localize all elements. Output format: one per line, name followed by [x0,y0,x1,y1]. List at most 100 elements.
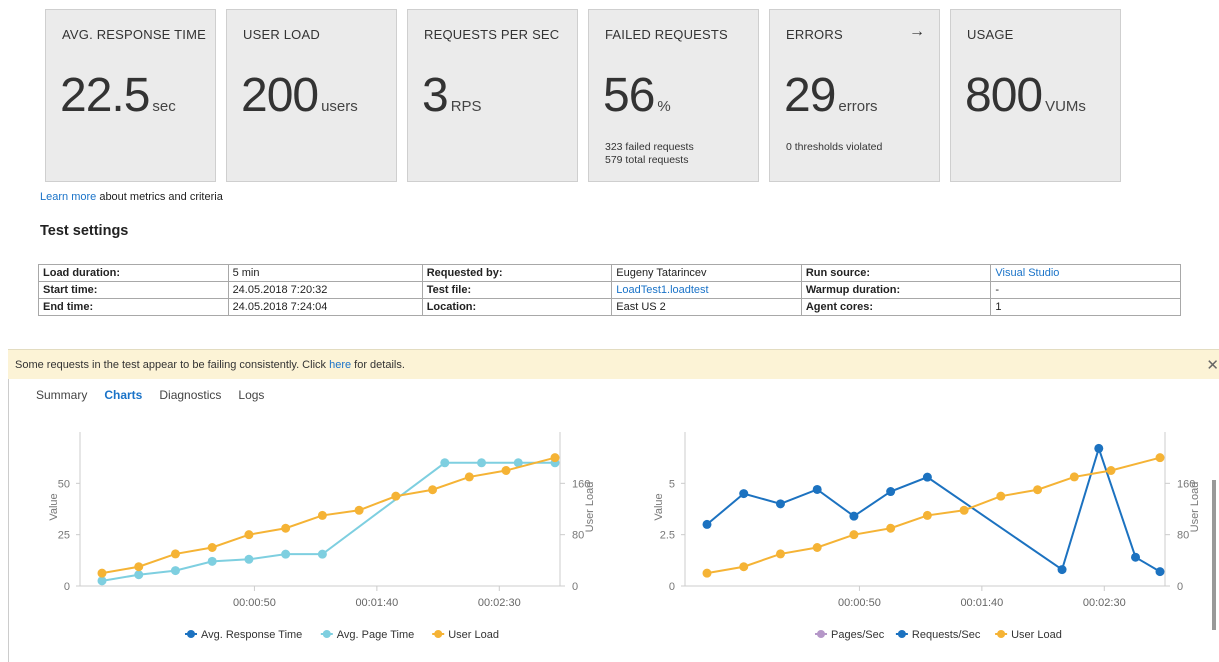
learn-more-line: Learn more about metrics and criteria [40,191,223,203]
legend-swatch-dot [817,630,825,638]
tile-title: AVG. RESPONSE TIME [62,27,206,42]
y-tick-label: 0 [64,581,70,593]
tile-number: 22.5 [60,69,150,122]
y2-tick-label: 0 [572,581,578,593]
data-point [1106,466,1116,475]
y-tick-label: 0 [669,581,675,593]
panel-left-border [8,379,9,662]
x-tick-label: 00:02:30 [1083,597,1126,609]
settings-cell: 5 min [227,264,423,282]
settings-value: 24.05.2018 7:24:04 [232,301,328,313]
data-point [170,566,180,576]
tile-unit: RPS [450,98,482,115]
data-point [281,523,291,533]
chart-axes: 0255008016000:00:50 00:01:40 00:02:30Value… [48,432,596,609]
arrow-right-icon[interactable]: → [909,23,925,41]
chart-legend: Avg. Response Time Avg. Page Time User Loa… [185,629,499,641]
data-point [886,523,896,533]
settings-label: Run source: [805,267,870,279]
settings-cell: Agent cores: [800,298,992,316]
chart-legend: Pages/Sec Requests/Sec User Load [815,629,1062,641]
tab-summary[interactable]: Summary [36,388,87,402]
metric-tile-usage: USAGE 800 VUMs [950,9,1121,182]
settings-cell: Requested by: [421,264,613,282]
data-point [244,554,254,564]
y-axis-label: Value [653,493,665,520]
test-settings-table: Load duration: 5 min Requested by: Eugeny T… [38,264,1181,316]
data-point [812,543,822,552]
data-point [922,472,932,482]
tile-title: ERRORS [786,27,843,42]
tab-logs[interactable]: Logs [238,388,264,402]
settings-cell: LoadTest1.loadtest [611,281,802,299]
settings-label: Start time: [43,284,98,296]
failure-banner: Some requests in the test appear to be f… [8,349,1219,379]
legend-swatch-dot [434,630,443,638]
learn-more-link[interactable]: Learn more [40,191,96,203]
tile-number: 800 [965,69,1043,122]
tab-diagnostics[interactable]: Diagnostics [159,388,221,402]
metric-tiles: AVG. RESPONSE TIME 22.5 sec USER LOAD 200 use… [45,9,1121,182]
settings-row: Load duration: 5 min Requested by: Eugeny T… [38,264,1181,282]
x-tick-label: 00:00:50 [838,597,881,609]
settings-label: Load duration: [43,267,120,279]
tile-number: 3 [422,69,449,122]
scrollbar[interactable] [1212,480,1216,630]
tab-charts[interactable]: Charts [104,388,142,402]
banner-text-before: Some requests in the test appear to be f… [15,359,330,371]
data-point [775,549,785,559]
settings-label: End time: [43,301,94,313]
y2-tick-label: 80 [1177,530,1189,542]
data-point [440,458,450,468]
metric-tile-errors[interactable]: ERRORS → 29 errors 0 thresholds violated [769,9,940,182]
banner-details-link[interactable]: here [329,359,351,371]
data-point [739,562,749,572]
tile-value: 200 users [241,68,358,123]
settings-label: Warmup duration: [805,284,901,296]
tile-subtext-line: 0 thresholds violated [786,141,883,153]
tile-unit: users [321,98,358,115]
settings-value: East US 2 [616,301,666,313]
settings-value: Eugeny Tatarincev [616,267,707,279]
data-point [428,485,438,495]
tile-subtext: 323 failed requests 579 total requests [605,141,694,167]
x-tick-label: 00:01:40 [355,597,398,609]
settings-link[interactable]: LoadTest1.loadtest [616,284,708,296]
settings-cell: 1 [990,298,1181,316]
legend-swatch-dot [897,630,906,638]
data-point [1057,565,1067,575]
tile-number: 29 [784,69,836,122]
data-point [317,549,327,559]
settings-label: Agent cores: [805,301,874,313]
metric-tile-requests-per-sec: REQUESTS PER SEC 3 RPS [407,9,578,182]
legend-swatch-dot [997,630,1006,638]
data-point [1069,472,1079,482]
data-point [1094,443,1104,453]
data-point [996,491,1006,501]
data-point [849,530,859,540]
tile-value: 22.5 sec [60,68,176,123]
data-point [207,556,217,566]
tile-unit: errors [838,98,878,115]
data-point [281,549,291,559]
data-point [391,491,401,501]
data-point [134,570,144,580]
settings-cell: 24.05.2018 7:24:04 [227,298,423,316]
settings-link[interactable]: Visual Studio [995,267,1059,279]
data-point [170,549,180,559]
settings-cell: Load duration: [38,264,229,282]
data-point [550,453,560,463]
settings-value: 1 [995,301,1002,313]
data-point [97,576,107,586]
chart-requests-per-sec: 02.5508016000:00:50 00:01:40 00:02:30Value… [653,432,1201,641]
settings-cell: Location: [421,298,613,316]
banner-close-icon[interactable]: ✕ [1206,356,1219,374]
data-point [739,489,749,499]
data-point [849,511,859,521]
data-point [1033,485,1043,495]
tile-number: 200 [241,69,319,122]
legend-label: User Load [1011,629,1062,641]
settings-value: 5 min [232,267,260,279]
y2-axis-label: User Load [1189,482,1201,533]
legend-label: Pages/Sec [831,629,885,641]
